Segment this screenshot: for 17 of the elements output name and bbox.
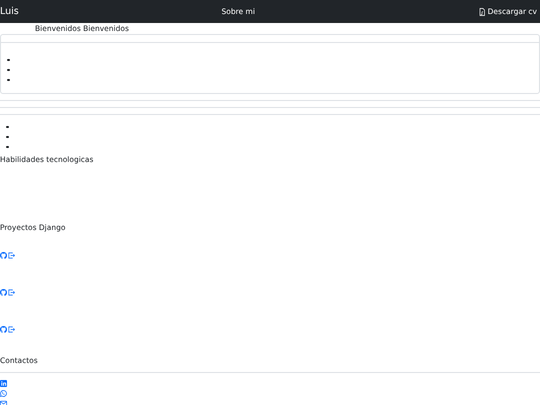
github-icon[interactable] (0, 252, 7, 259)
box-arrow-icon[interactable] (8, 252, 15, 259)
box-arrow-icon[interactable] (8, 289, 15, 296)
github-icon[interactable] (0, 289, 7, 296)
brand-link[interactable]: Luis (0, 6, 19, 17)
bullet-icon (7, 78, 10, 82)
linkedin-icon[interactable] (0, 380, 7, 387)
bullet-icon (6, 146, 8, 148)
chat-bubble-icon[interactable] (0, 390, 7, 397)
github-icon[interactable] (0, 326, 7, 333)
bullet-icon (6, 126, 8, 128)
envelope-icon[interactable] (0, 400, 7, 405)
bullet-icon (7, 58, 10, 62)
bullet-icon (7, 68, 10, 72)
document-icon (478, 8, 486, 16)
bullet-icon (6, 136, 8, 138)
box-arrow-icon[interactable] (8, 326, 15, 333)
